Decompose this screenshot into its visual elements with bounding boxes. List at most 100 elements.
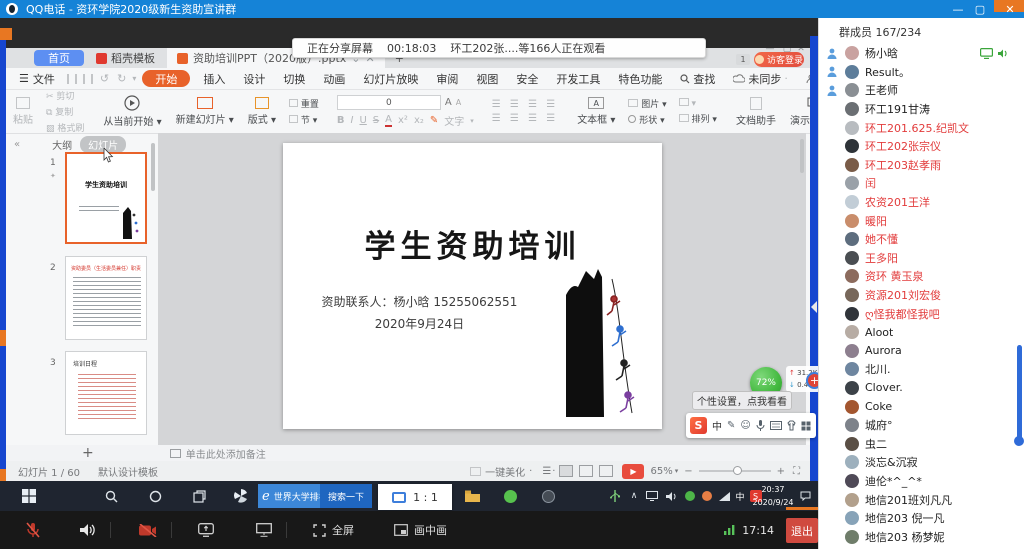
list-item[interactable]: 杨小晗 (819, 44, 1024, 63)
member-scrollbar[interactable] (1017, 345, 1022, 445)
speaker-button[interactable] (80, 523, 96, 537)
mic-icon[interactable] (756, 420, 765, 432)
arrange-button[interactable]: 排列 ▾ (679, 112, 717, 125)
decrease-font-icon[interactable]: A (456, 98, 461, 107)
reset-button[interactable]: 重置 (289, 97, 319, 110)
ribbon-tab-security[interactable]: 安全 (507, 71, 547, 87)
list-item[interactable]: 环工191甘涛 (819, 100, 1024, 119)
list-item[interactable]: 淡忘&沉寂 (819, 453, 1024, 472)
tab-docer[interactable]: 稻壳模板 (84, 48, 167, 68)
cut-button[interactable]: ✂ 剪切 (46, 89, 84, 102)
current-slide[interactable]: 学生资助培训 资助联系人：杨小晗 15255062551 2020年9月24日 (283, 143, 662, 429)
save-icon[interactable] (67, 74, 69, 84)
ime-mode-icon[interactable]: 中 (733, 481, 747, 511)
sorter-view-icon[interactable] (579, 465, 593, 477)
member-scrollbar-knob[interactable] (1014, 436, 1024, 446)
panel-scrollbar[interactable] (151, 143, 155, 191)
normal-view-icon[interactable] (559, 465, 573, 477)
ribbon-tab-slideshow[interactable]: 幻灯片放映 (354, 71, 427, 87)
text-effect-button[interactable]: ✎ (430, 115, 438, 126)
list-item[interactable]: 资源201刘宏俊 (819, 286, 1024, 305)
close-button[interactable]: ✕ (1000, 0, 1020, 18)
ie-search-box[interactable]: e 世界大学排名 搜索一下 (258, 484, 372, 508)
ribbon-tab-view[interactable]: 视图 (467, 71, 507, 87)
list-item[interactable]: 地信201班刘凡凡 (819, 490, 1024, 509)
zoom-out-button[interactable]: − (684, 466, 692, 477)
guest-login-button[interactable]: 访客登录 (754, 52, 804, 67)
increase-font-icon[interactable]: A (445, 97, 452, 108)
network-tray-icon[interactable] (716, 481, 732, 511)
list-item[interactable]: 暖阳 (819, 211, 1024, 230)
list-item[interactable]: 北川. (819, 360, 1024, 379)
sogou-input-bar[interactable]: S 中 ✎ ☺ (686, 413, 816, 438)
find-button[interactable]: 查找 (671, 71, 724, 87)
outline-view-icon[interactable]: ☰· (542, 466, 556, 477)
start-button[interactable] (14, 481, 44, 511)
slideshow-play-button[interactable]: ▶ (622, 464, 644, 479)
fullscreen-button[interactable]: 全屏 (313, 522, 354, 538)
layout-button[interactable]: 版式 ▾ (241, 90, 283, 133)
slide-thumbnail-3[interactable]: 培训日程 (65, 351, 147, 435)
list-item[interactable]: Result。 (819, 63, 1024, 82)
minimize-button[interactable]: — (948, 0, 968, 18)
tab-home[interactable]: 首页 (34, 50, 84, 66)
list-item[interactable]: 环工202张宗仪 (819, 137, 1024, 156)
slide-thumbnail-1[interactable]: 学生资助培训 (65, 152, 147, 244)
undo-icon[interactable]: ↺ (100, 72, 109, 85)
list-item[interactable]: Aurora (819, 342, 1024, 361)
collapse-panel-icon[interactable]: « (14, 139, 20, 150)
list-item[interactable]: 环工201.625.纪凯文 (819, 118, 1024, 137)
list-item[interactable]: Clover. (819, 379, 1024, 398)
list-item[interactable]: 地信203 倪一凡 (819, 509, 1024, 528)
ribbon-tab-special[interactable]: 特色功能 (609, 71, 671, 87)
list-item[interactable]: 虫二 (819, 434, 1024, 453)
panel-collapse-arrow[interactable] (810, 300, 818, 314)
list-item[interactable]: 迪伦*^_^* (819, 472, 1024, 491)
print-icon[interactable] (75, 74, 77, 84)
superscript-button[interactable]: x² (398, 115, 408, 126)
font-size-input[interactable]: 0 (337, 95, 441, 110)
list-item[interactable]: 王多阳 (819, 249, 1024, 268)
keyboard-icon[interactable] (770, 421, 782, 430)
redo-icon[interactable]: ↻ (117, 72, 126, 85)
list-item[interactable]: 闰 (819, 174, 1024, 193)
list-item[interactable]: 地信203 杨梦妮 (819, 527, 1024, 546)
taskbar-search-icon[interactable] (98, 481, 124, 511)
bold-button[interactable]: B (337, 115, 345, 126)
dark-app-icon[interactable] (536, 481, 560, 511)
list-align-icons-bottom[interactable]: ☰ ☰ ☰ ☰ (492, 113, 558, 124)
zoom-slider-knob[interactable] (733, 466, 742, 475)
list-item[interactable]: 王老师 (819, 81, 1024, 100)
cortana-icon[interactable] (142, 481, 168, 511)
ribbon-tab-insert[interactable]: 插入 (194, 71, 234, 87)
sync-status[interactable]: 未同步· (724, 71, 797, 87)
file-menu[interactable]: ☰ 文件 (10, 71, 64, 87)
list-align-icons-top[interactable]: ☰ ☰ ☰ ☰ (492, 99, 558, 110)
fit-window-icon[interactable]: ⛶ (793, 466, 800, 477)
underline-button[interactable]: U (359, 115, 366, 126)
camera-off-button[interactable] (139, 524, 157, 537)
zoom-percent[interactable]: 65% (650, 466, 672, 477)
ribbon-tab-animation[interactable]: 动画 (314, 71, 354, 87)
subscript-button[interactable]: x₂ (414, 115, 424, 126)
sogou-logo-icon[interactable]: S (690, 417, 707, 434)
tray-expand-chevron[interactable]: ∧ (626, 481, 642, 511)
orange-dot-tray-icon[interactable] (699, 481, 715, 511)
beautify-button[interactable]: 一键美化· (470, 464, 532, 479)
display-tray-icon[interactable] (642, 481, 662, 511)
collaborate-button[interactable]: 协作 (797, 71, 810, 87)
print-preview-icon[interactable] (83, 74, 85, 84)
skin-icon[interactable] (787, 420, 796, 431)
play-from-current-button[interactable]: 从当前开始 ▾ (96, 90, 168, 133)
quickbar-chevron-icon[interactable]: ▾ (132, 74, 136, 83)
history-icon[interactable] (91, 74, 93, 84)
list-item[interactable]: 她不懂 (819, 230, 1024, 249)
design-template-label[interactable]: 默认设计模板 (98, 464, 158, 479)
ribbon-tab-home[interactable]: 开始 (142, 70, 190, 87)
outline-tab[interactable]: 大纲 (52, 137, 72, 152)
picture-button[interactable]: 图片 ▾ (628, 97, 666, 110)
search-go-button[interactable]: 搜索一下 (320, 484, 372, 508)
slide-thumbnail-2[interactable]: 资助委员（生活委员兼任）职责 (65, 256, 147, 340)
zoom-slider[interactable] (699, 470, 771, 472)
font-color-button[interactable]: A (385, 114, 392, 127)
